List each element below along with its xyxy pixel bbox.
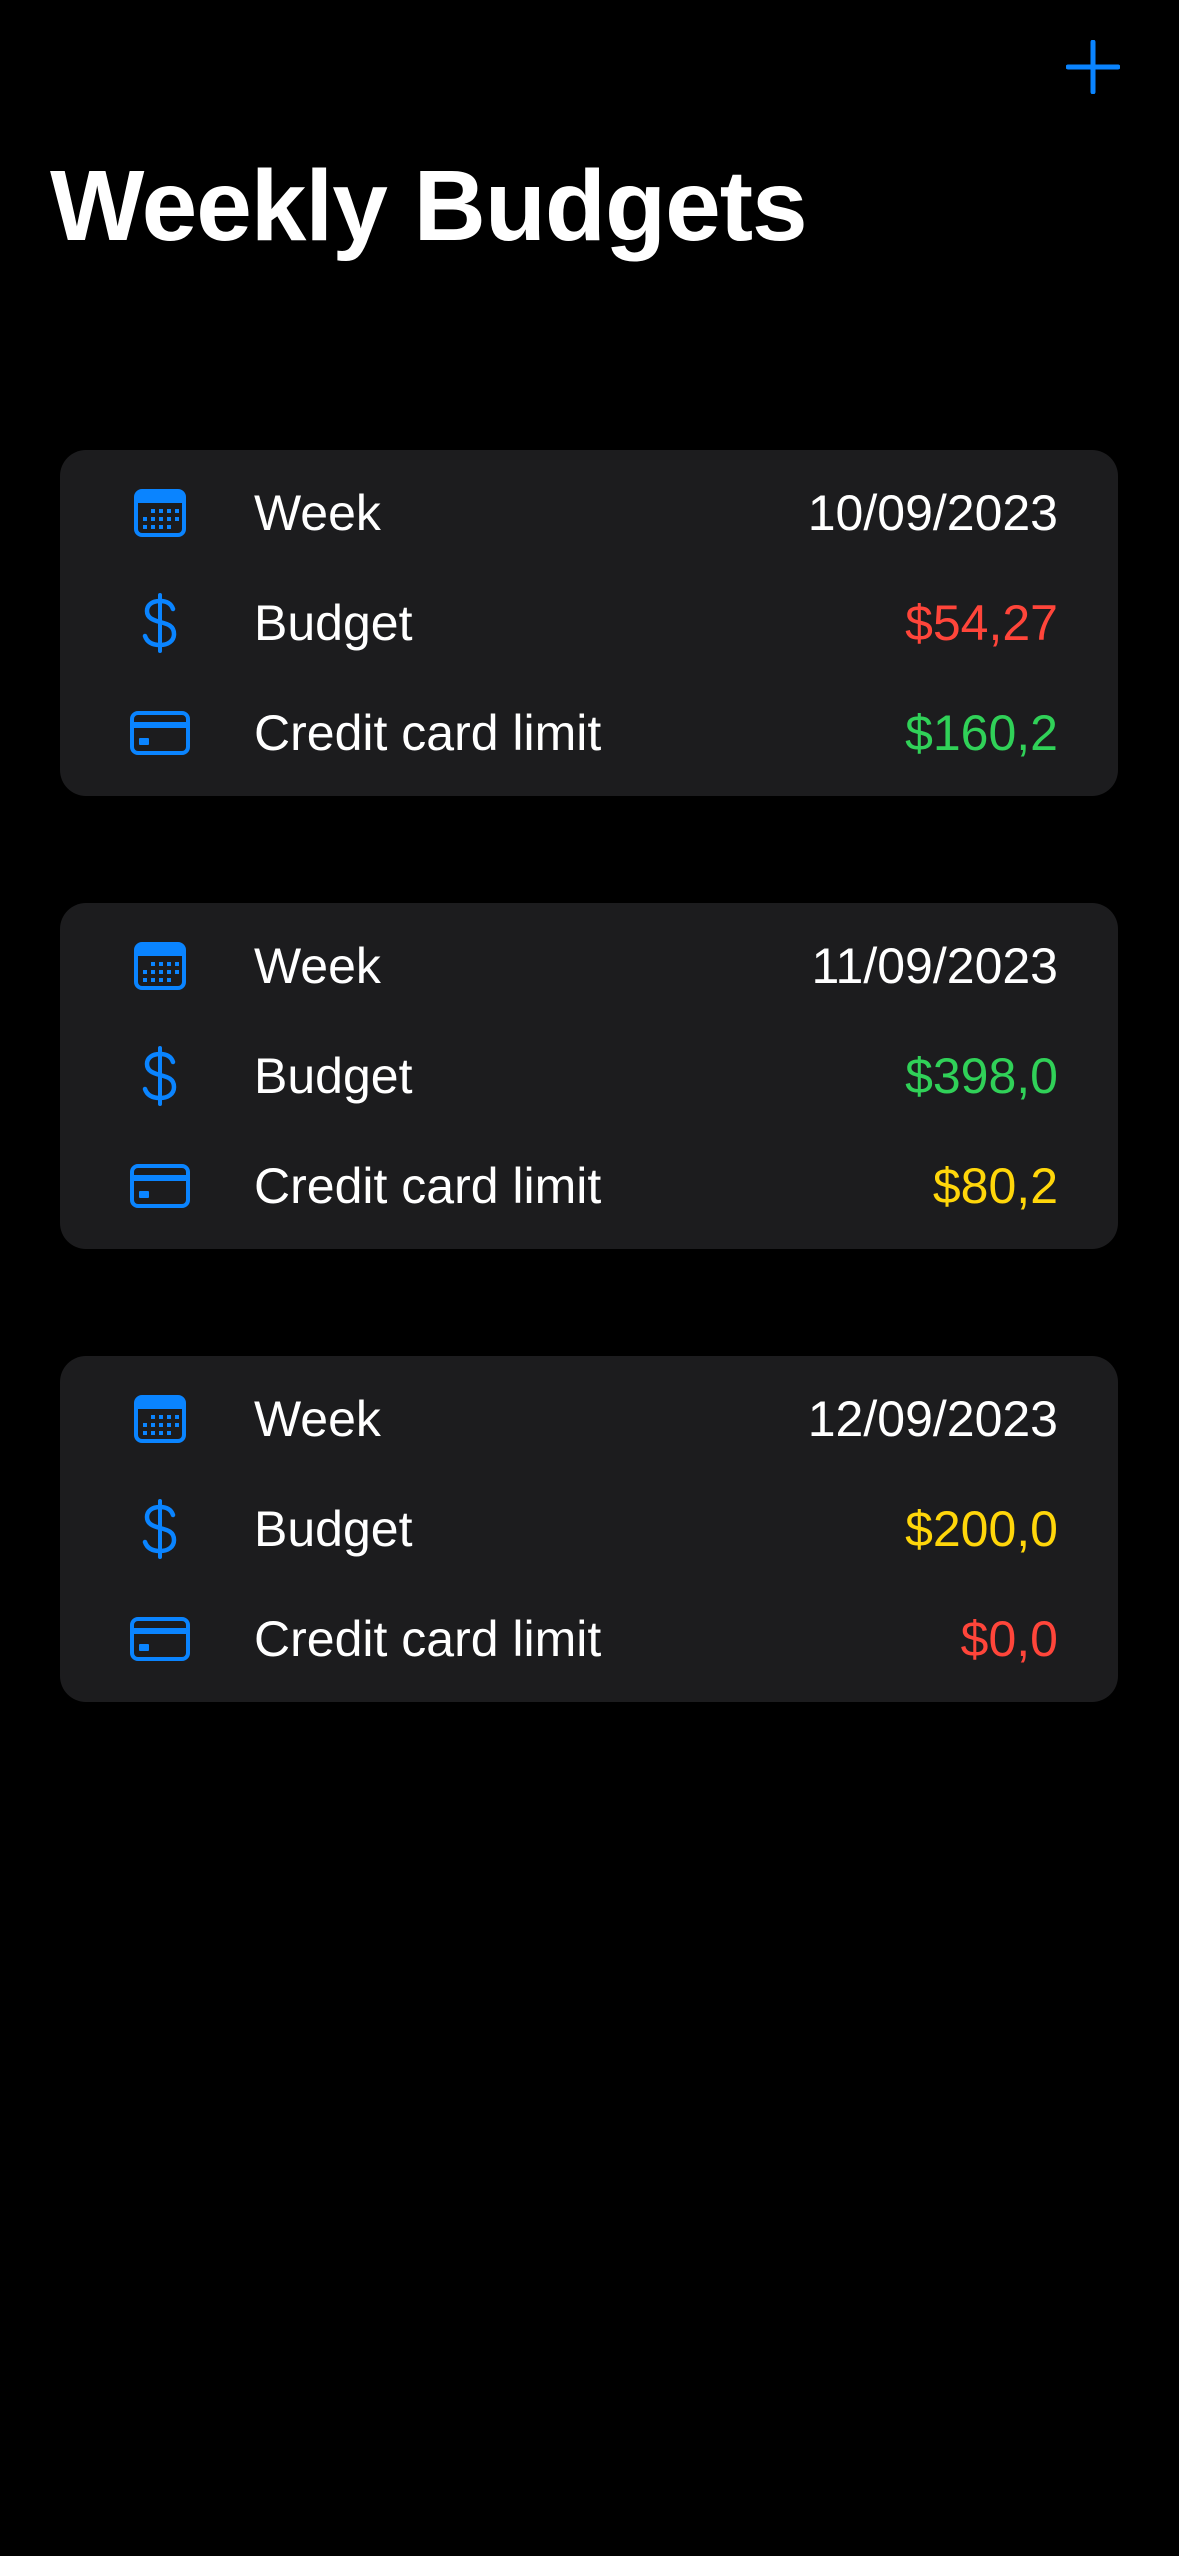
add-budget-button[interactable] xyxy=(1066,40,1120,94)
week-row: Week 12/09/2023 xyxy=(60,1364,1118,1474)
week-value: 11/09/2023 xyxy=(811,938,1058,994)
calendar-icon xyxy=(128,1387,192,1451)
budget-label: Budget xyxy=(254,1048,413,1104)
credit-card-icon xyxy=(128,1607,192,1671)
week-value: 10/09/2023 xyxy=(807,485,1058,541)
budget-row: Budget $398,0 xyxy=(60,1021,1118,1131)
credit-limit-label: Credit card limit xyxy=(254,705,602,761)
credit-limit-value: $80,2 xyxy=(932,1158,1058,1214)
budget-value: $54,27 xyxy=(905,595,1058,651)
budget-row: Budget $200,0 xyxy=(60,1474,1118,1584)
credit-limit-value: $160,2 xyxy=(905,705,1058,761)
credit-limit-row: Credit card limit $0,0 xyxy=(60,1584,1118,1694)
budget-label: Budget xyxy=(254,1501,413,1557)
calendar-icon xyxy=(128,934,192,998)
credit-card-icon xyxy=(128,1154,192,1218)
dollar-sign-icon xyxy=(128,1497,192,1561)
budget-label: Budget xyxy=(254,595,413,651)
budget-row: Budget $54,27 xyxy=(60,568,1118,678)
credit-limit-row: Credit card limit $160,2 xyxy=(60,678,1118,788)
budget-list: Week 10/09/2023 Budget $54,27 Credit car… xyxy=(60,450,1118,1809)
credit-limit-label: Credit card limit xyxy=(254,1611,602,1667)
credit-limit-value: $0,0 xyxy=(960,1611,1058,1667)
budget-card[interactable]: Week 11/09/2023 Budget $398,0 Credit car… xyxy=(60,903,1118,1249)
week-label: Week xyxy=(254,938,381,994)
budget-card[interactable]: Week 12/09/2023 Budget $200,0 Credit car… xyxy=(60,1356,1118,1702)
week-row: Week 10/09/2023 xyxy=(60,458,1118,568)
calendar-icon xyxy=(128,481,192,545)
budget-card[interactable]: Week 10/09/2023 Budget $54,27 Credit car… xyxy=(60,450,1118,796)
plus-icon xyxy=(1066,40,1120,94)
week-label: Week xyxy=(254,485,381,541)
page-title: Weekly Budgets xyxy=(50,150,808,262)
week-row: Week 11/09/2023 xyxy=(60,911,1118,1021)
credit-limit-row: Credit card limit $80,2 xyxy=(60,1131,1118,1241)
budget-value: $200,0 xyxy=(905,1501,1058,1557)
budget-value: $398,0 xyxy=(905,1048,1058,1104)
dollar-sign-icon xyxy=(128,591,192,655)
week-label: Week xyxy=(254,1391,381,1447)
dollar-sign-icon xyxy=(128,1044,192,1108)
credit-limit-label: Credit card limit xyxy=(254,1158,602,1214)
credit-card-icon xyxy=(128,701,192,765)
week-value: 12/09/2023 xyxy=(807,1391,1058,1447)
